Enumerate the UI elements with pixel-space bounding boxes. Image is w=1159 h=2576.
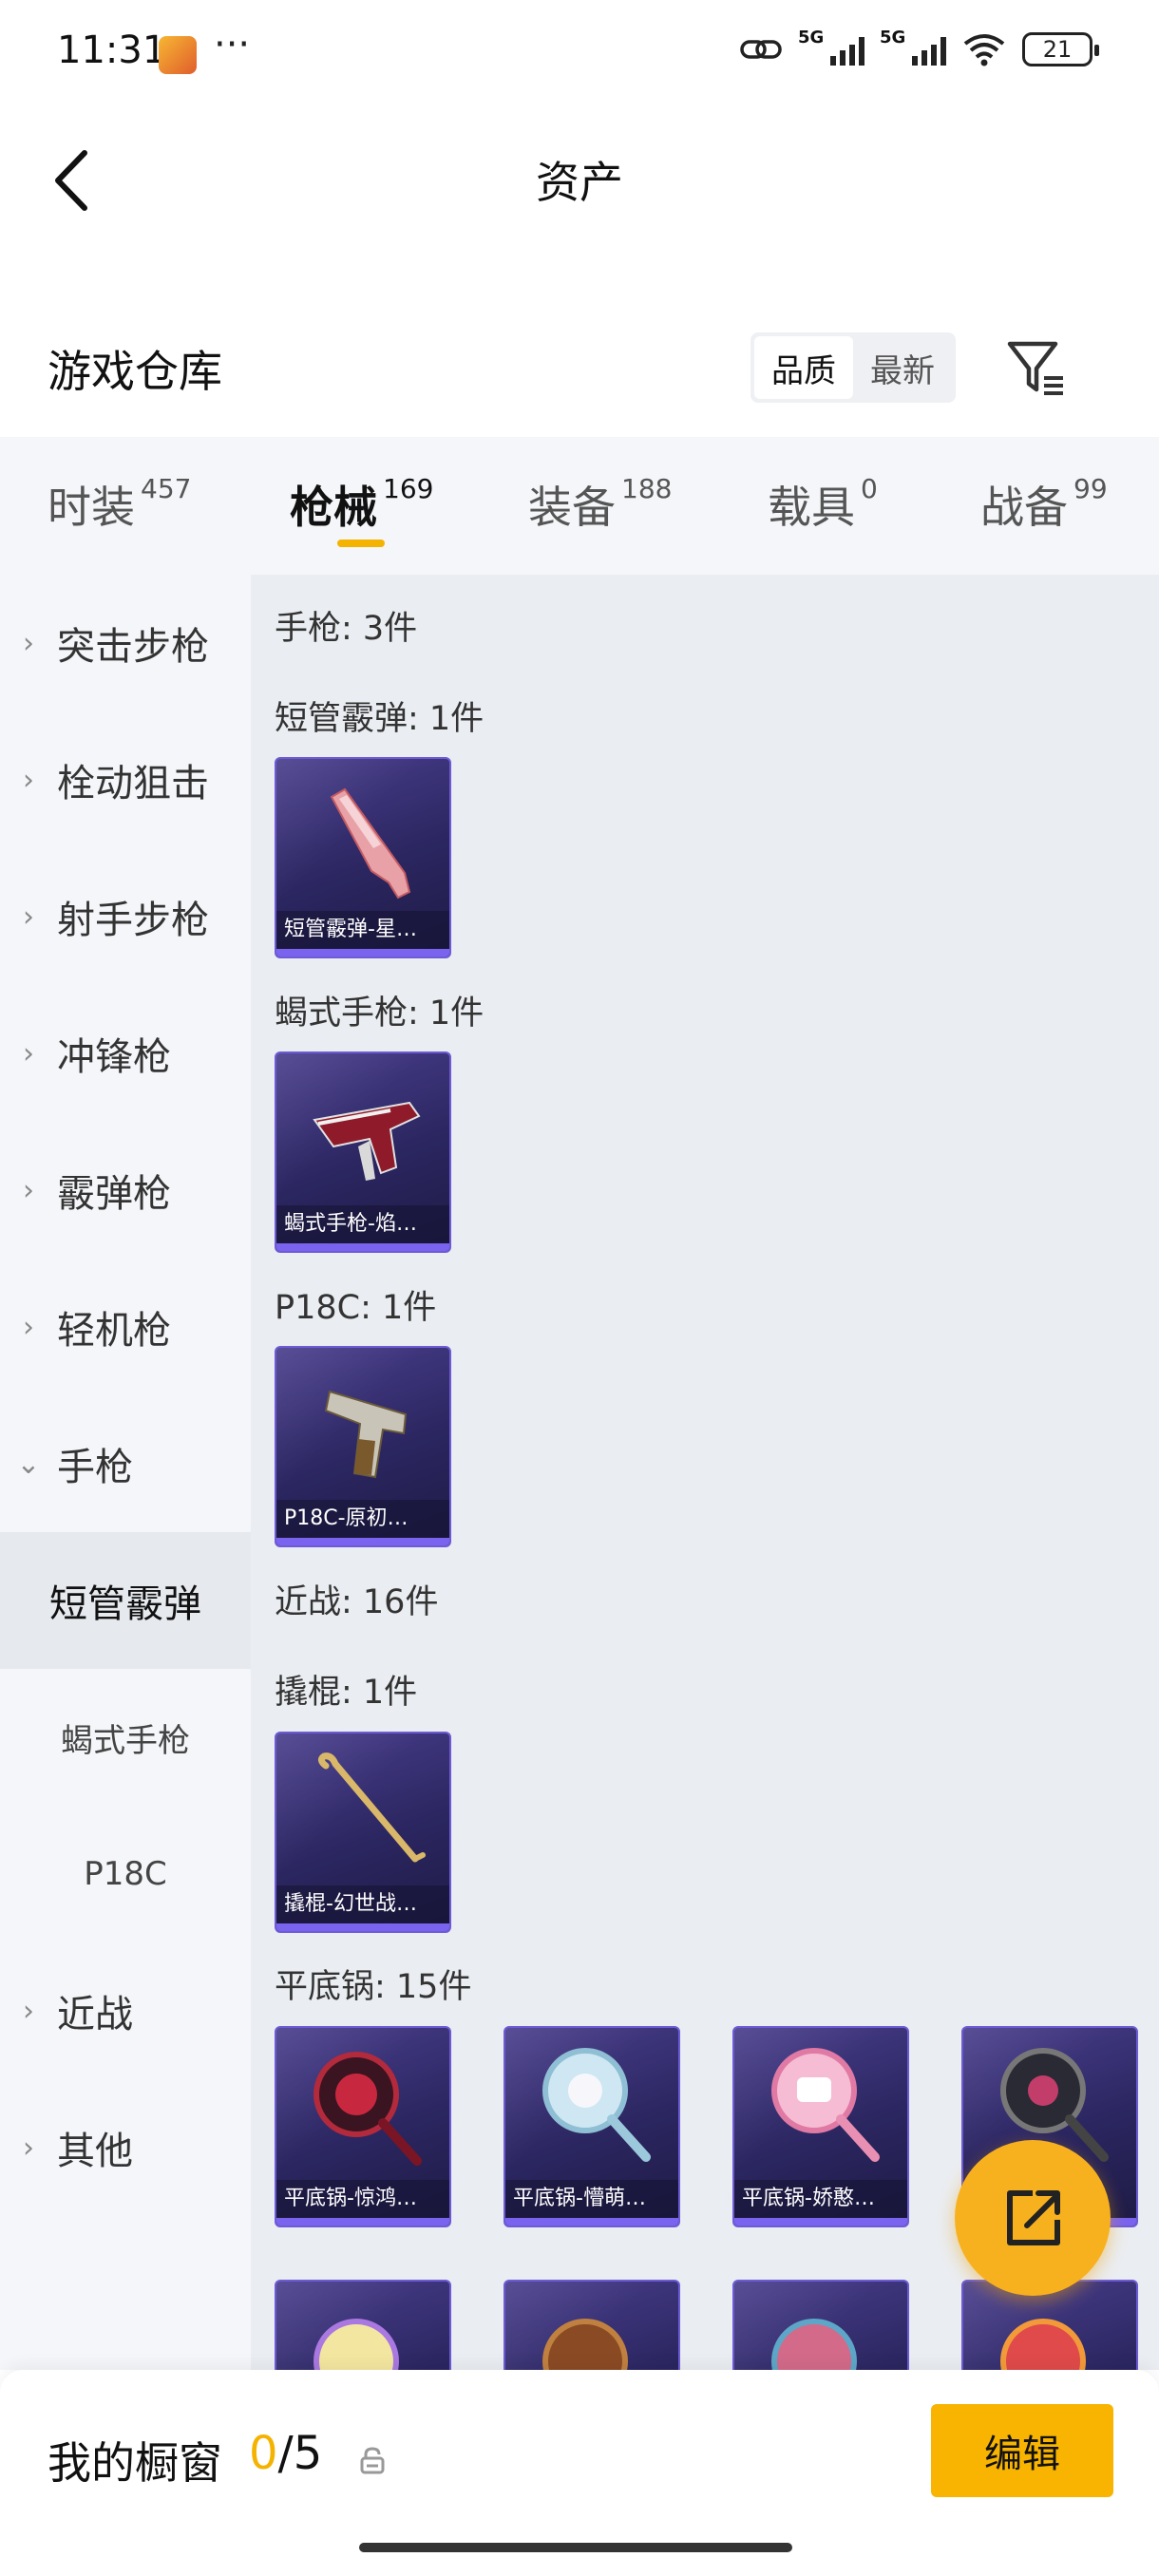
- item-card-pan-3[interactable]: 平底锅-娇憨…: [732, 2026, 909, 2227]
- item-name: 撬棍-幻世战…: [276, 1885, 449, 1923]
- chevron-right-icon: ›: [23, 900, 34, 934]
- showcase-title: 我的橱窗: [48, 2437, 222, 2489]
- crowbar-icon: [317, 1752, 426, 1863]
- chevron-right-icon: ›: [23, 1173, 34, 1207]
- chevron-right-icon: ›: [23, 2131, 34, 2165]
- item-name: 蝎式手枪-焰…: [276, 1205, 449, 1243]
- scorpion-pistol-icon: [313, 1101, 421, 1181]
- item-card-pan-7[interactable]: [732, 2280, 909, 2370]
- sidebar-item-lmg[interactable]: › 轻机枪: [0, 1259, 251, 1395]
- item-card-scorpion[interactable]: 蝎式手枪-焰…: [275, 1051, 451, 1253]
- section-label-sawed-off: 短管霰弹: 1件: [275, 700, 484, 738]
- section-label-pistol: 手枪: 3件: [275, 610, 418, 648]
- frying-pan-icon: [1000, 2319, 1086, 2370]
- section-label-scorpion: 蝎式手枪: 1件: [275, 994, 484, 1032]
- frying-pan-icon: [771, 2048, 880, 2162]
- chevron-right-icon: ›: [23, 626, 34, 660]
- page-title: 资产: [536, 157, 623, 208]
- showcase-bar: 我的橱窗 0/5 编辑: [0, 2370, 1159, 2576]
- item-card-crowbar[interactable]: 撬棍-幻世战…: [275, 1732, 451, 1933]
- section-label-pan: 平底锅: 15件: [275, 1968, 472, 2006]
- tab-fashion[interactable]: 时装 457: [48, 473, 191, 536]
- item-card-pan-6[interactable]: [504, 2280, 680, 2370]
- sidebar-subitem-sawed-off[interactable]: 短管霰弹: [0, 1532, 251, 1669]
- sort-newest-option[interactable]: 最新: [853, 336, 952, 399]
- frying-pan-icon: [771, 2319, 857, 2370]
- sidebar-item-marksman-rifle[interactable]: › 射手步枪: [0, 848, 251, 985]
- sidebar-item-bolt-sniper[interactable]: › 栓动狙击: [0, 711, 251, 848]
- sidebar-item-shotgun[interactable]: › 霰弹枪: [0, 1122, 251, 1259]
- sawed-off-shotgun-icon: [330, 787, 411, 900]
- sidebar-item-other[interactable]: › 其他: [0, 2079, 251, 2216]
- item-card-p18c[interactable]: P18C-原初…: [275, 1346, 451, 1547]
- filter-button[interactable]: [1002, 334, 1071, 403]
- showcase-count: 0/5: [249, 2427, 323, 2480]
- frying-pan-icon: [314, 2052, 422, 2166]
- item-card-sawed-off[interactable]: 短管霰弹-星…: [275, 757, 451, 958]
- active-tab-indicator: [337, 540, 385, 547]
- chevron-right-icon: ›: [23, 1310, 34, 1344]
- tab-firearms[interactable]: 枪械 169: [290, 473, 433, 536]
- item-card-pan-5[interactable]: [275, 2280, 451, 2370]
- link-icon: [740, 40, 782, 59]
- weapon-category-sidebar: › 突击步枪 › 栓动狙击 › 射手步枪 › 冲锋枪 › 霰弹枪 › 轻机枪 ⌄ 手枪 短管霰…: [0, 575, 251, 2370]
- chevron-right-icon: ›: [23, 1036, 34, 1070]
- status-right: 5G 5G 21: [739, 28, 1099, 66]
- edit-button[interactable]: 编辑: [931, 2404, 1113, 2497]
- status-more: ···: [214, 23, 251, 66]
- p18c-pistol-icon: [324, 1390, 408, 1479]
- item-name: 平底锅-惊鸿…: [276, 2180, 449, 2218]
- sidebar-item-assault-rifle[interactable]: › 突击步枪: [0, 575, 251, 711]
- home-indicator[interactable]: [359, 2543, 792, 2552]
- section-label-crowbar: 撬棍: 1件: [275, 1674, 418, 1712]
- chevron-right-icon: ›: [23, 1994, 34, 2028]
- sidebar-subitem-p18c[interactable]: P18C: [0, 1806, 251, 1942]
- frying-pan-icon: [542, 2319, 628, 2370]
- item-card-pan-2[interactable]: 平底锅-懵萌…: [504, 2026, 680, 2227]
- sidebar-item-melee[interactable]: › 近战: [0, 1942, 251, 2079]
- chevron-right-icon: ›: [23, 763, 34, 797]
- share-icon: [1007, 2190, 1060, 2245]
- item-card-pan-1[interactable]: 平底锅-惊鸿…: [275, 2026, 451, 2227]
- item-name: 平底锅-懵萌…: [505, 2180, 678, 2218]
- sidebar-subitem-scorpion[interactable]: 蝎式手枪: [0, 1669, 251, 1806]
- sidebar-item-smg[interactable]: › 冲锋枪: [0, 985, 251, 1122]
- sort-quality-option[interactable]: 品质: [754, 336, 853, 399]
- wifi-icon: [963, 34, 1005, 66]
- signal-icon: 5G: [798, 28, 864, 66]
- item-name: 短管霰弹-星…: [276, 911, 449, 949]
- share-button[interactable]: [955, 2140, 1111, 2296]
- section-label-melee: 近战: 16件: [275, 1583, 439, 1621]
- chevron-down-icon: ⌄: [16, 1447, 41, 1481]
- status-time: 11:31: [57, 28, 167, 72]
- tab-vehicles[interactable]: 载具 0: [768, 473, 878, 536]
- item-grid-area: 手枪: 3件 短管霰弹: 1件 短管霰弹-星… 蝎式手枪: 1件 蝎式手枪-焰……: [251, 575, 1159, 2370]
- signal-icon: 5G: [880, 28, 946, 66]
- sort-toggle: 品质 最新: [750, 332, 956, 403]
- frying-pan-icon: [314, 2319, 399, 2370]
- category-tabs: 时装 457 枪械 169 装备 188 载具 0 战备 99: [0, 437, 1159, 575]
- item-name: 平底锅-娇憨…: [734, 2180, 907, 2218]
- filter-icon: [1007, 341, 1063, 395]
- status-bar: 11:31 ··· 5G 5G 21: [0, 0, 1159, 104]
- nav-header: 资产: [0, 104, 1159, 247]
- frying-pan-icon: [542, 2048, 651, 2162]
- warehouse-title: 游戏仓库: [48, 346, 222, 397]
- tab-supplies[interactable]: 战备 99: [980, 473, 1108, 536]
- item-name: P18C-原初…: [276, 1500, 449, 1538]
- game-app-icon: [159, 36, 197, 74]
- sidebar-item-pistol[interactable]: ⌄ 手枪: [0, 1395, 251, 1532]
- tab-equipment[interactable]: 装备 188: [528, 473, 672, 536]
- section-label-p18c: P18C: 1件: [275, 1289, 437, 1327]
- battery-icon: 21: [1022, 32, 1099, 66]
- lock-icon: [360, 2447, 385, 2474]
